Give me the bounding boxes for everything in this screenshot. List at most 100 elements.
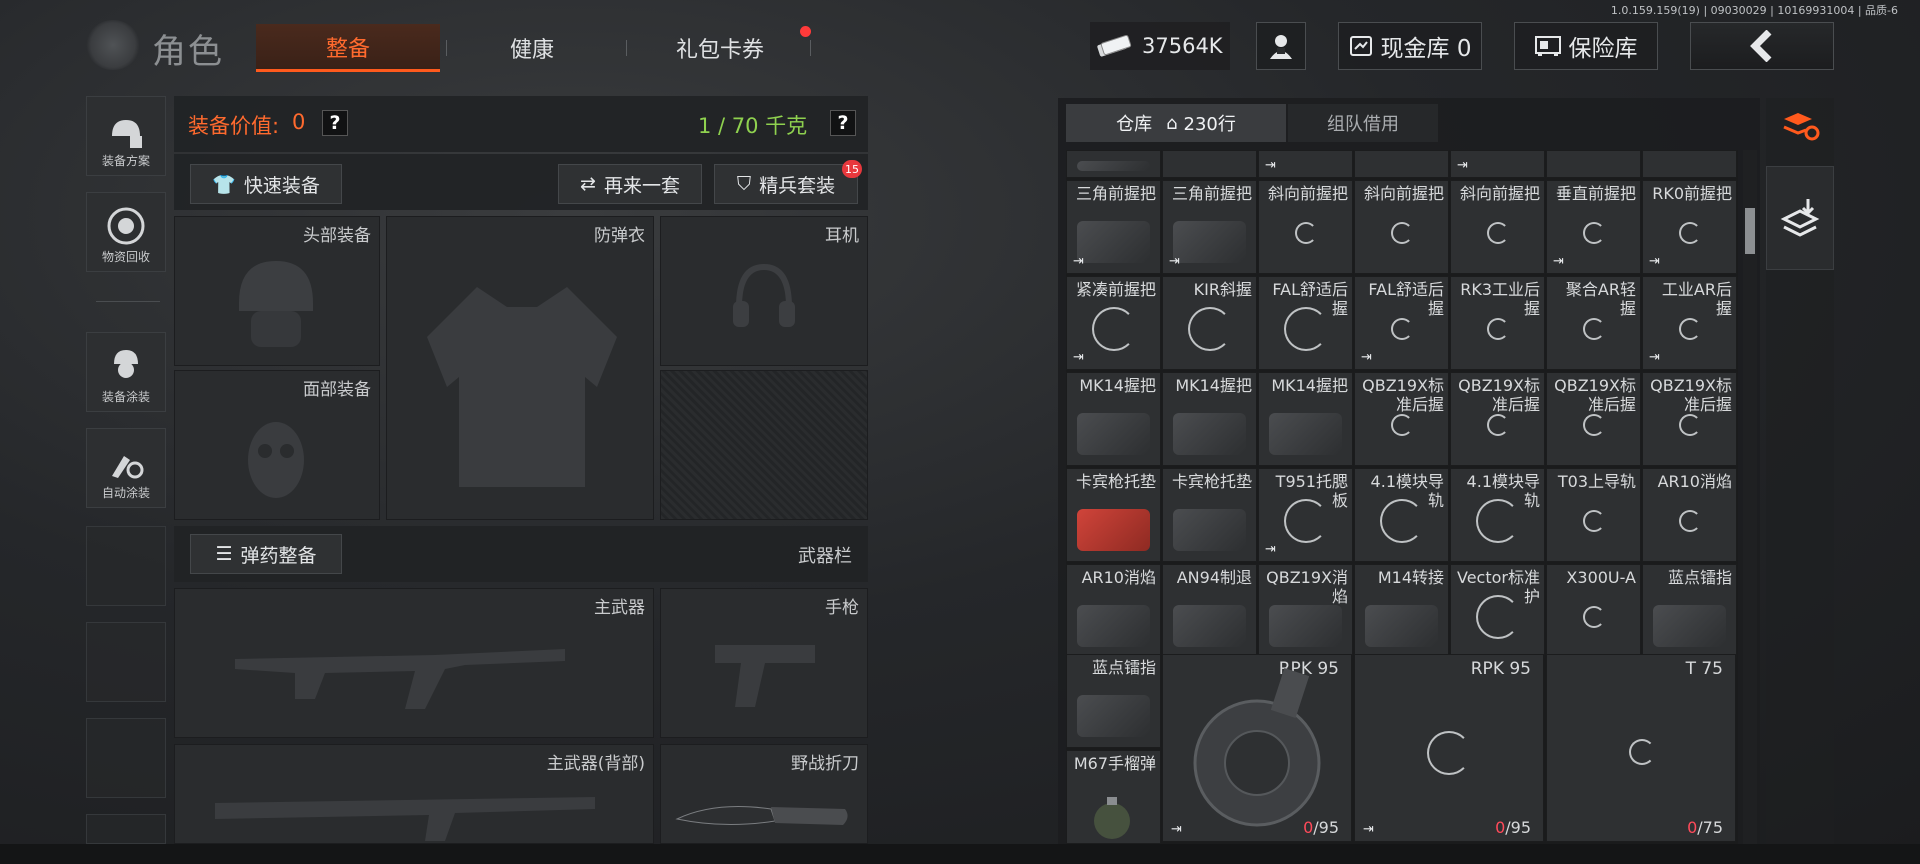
item-name: T03上导轨 — [1557, 472, 1636, 491]
home-icon: ⌂ — [1166, 112, 1178, 134]
grid-cell[interactable]: M14转接 — [1354, 564, 1449, 658]
slot-face[interactable]: 面部装备 — [174, 370, 380, 520]
warehouse-scroll-thumb[interactable] — [1745, 208, 1755, 254]
grid-cell[interactable]: 4.1模块导轨 — [1354, 468, 1449, 562]
grid-cell[interactable]: QBZ19X标准后握 — [1546, 372, 1641, 466]
grid-cell[interactable]: 三角前握把 ⇥ — [1162, 180, 1257, 274]
sidebar-equip-plan[interactable]: 装备方案 — [86, 96, 166, 176]
grenade-icon — [1094, 797, 1130, 839]
cash-vault-button[interactable]: 现金库 0 — [1338, 22, 1482, 70]
grid-cell[interactable]: FAL舒适后握 ⇥ — [1354, 276, 1449, 370]
loadout-header: 装备价值: 0 ? 1 / 70 千克 ? — [174, 96, 868, 152]
grid-cell[interactable]: 三角前握把 ⇥ — [1066, 180, 1161, 274]
slot-headset[interactable]: 耳机 — [660, 216, 868, 366]
grid-cell[interactable]: 斜向前握把 — [1258, 180, 1353, 274]
item-name: AR10消焰 — [1657, 472, 1732, 491]
grid-cell[interactable]: Vector标准护 — [1450, 564, 1545, 658]
ammo-equip-label: 弹药整备 — [240, 544, 317, 567]
grid-cell[interactable]: RK0前握把 ⇥ — [1642, 180, 1737, 274]
grid-cell-partial[interactable]: ⇥ — [1450, 150, 1545, 178]
elite-set-button[interactable]: ⛉ 精兵套装 — [714, 164, 858, 204]
grid-cell[interactable]: M67手榴弹 — [1066, 750, 1161, 844]
grid-cell[interactable]: MK14握把 — [1162, 372, 1257, 466]
tab-storage[interactable]: 仓库 ⌂ 230行 — [1066, 104, 1286, 142]
slot-primary[interactable]: 主武器 — [174, 588, 654, 738]
item-name: 三角前握把 — [1171, 184, 1252, 203]
slot-head[interactable]: 头部装备 — [174, 216, 380, 366]
grid-cell[interactable]: KIR斜握 — [1162, 276, 1257, 370]
grid-cell[interactable]: 垂直前握把 ⇥ — [1546, 180, 1641, 274]
grid-cell[interactable]: AR10消焰 — [1642, 468, 1737, 562]
grid-cell[interactable]: 蓝点镭指 — [1066, 654, 1161, 748]
grid-cell[interactable]: AR10消焰 — [1066, 564, 1161, 658]
grid-cell[interactable]: 斜向前握把 — [1354, 180, 1449, 274]
equip-value-help-icon[interactable]: ? — [322, 110, 348, 136]
grid-cell[interactable]: 卡宾枪托垫 — [1066, 468, 1161, 562]
item-name: 紧凑前握把 — [1075, 280, 1156, 299]
grid-cell-large[interactable]: T 75 0/75 — [1546, 654, 1736, 842]
store-all-button[interactable] — [1766, 166, 1834, 270]
grid-cell[interactable]: QBZ19X消焰 — [1258, 564, 1353, 658]
grid-cell[interactable]: MK14握把 — [1066, 372, 1161, 466]
notification-dot — [800, 26, 811, 37]
slot-knife[interactable]: 野战折刀 — [660, 744, 868, 844]
bottom-bar — [0, 844, 1920, 864]
grid-cell[interactable]: 卡宾枪托垫 — [1162, 468, 1257, 562]
grid-cell[interactable]: X300U-A — [1546, 564, 1641, 658]
slot-vest[interactable]: 防弹衣 — [386, 216, 654, 520]
service-agent-button[interactable] — [1256, 22, 1306, 70]
tab-divider — [446, 40, 447, 56]
tab-health[interactable]: 健康 — [452, 24, 612, 72]
loading-icon — [1629, 739, 1655, 765]
again-set-button[interactable]: ⇄ 再来一套 — [558, 164, 702, 204]
grid-cell[interactable]: T951托腮板 ⇥ — [1258, 468, 1353, 562]
grid-cell-partial[interactable] — [1354, 150, 1449, 178]
grid-cell[interactable]: AN94制退 — [1162, 564, 1257, 658]
grid-cell[interactable]: T03上导轨 — [1546, 468, 1641, 562]
grid-cell[interactable]: MK14握把 — [1258, 372, 1353, 466]
grid-cell[interactable]: QBZ19X标准后握 — [1642, 372, 1737, 466]
back-button[interactable] — [1690, 22, 1834, 70]
item-name: 卡宾枪托垫 — [1075, 472, 1156, 491]
loading-icon — [1294, 221, 1317, 244]
grid-cell-partial[interactable] — [1066, 150, 1161, 178]
ammo-icon: ☰ — [215, 543, 233, 565]
grid-cell[interactable]: 4.1模块导轨 — [1450, 468, 1545, 562]
sidebar-recycle[interactable]: 物资回收 — [86, 192, 166, 272]
tab-gift-cards[interactable]: 礼包卡券 — [640, 24, 800, 72]
tab-equip[interactable]: 整备 — [256, 24, 440, 72]
grid-cell[interactable]: 工业AR后握 ⇥ — [1642, 276, 1737, 370]
grid-cell-partial[interactable] — [1642, 150, 1737, 178]
loading-icon — [1582, 221, 1605, 244]
item-name: FAL舒适后握 — [1368, 280, 1444, 318]
grid-cell-large[interactable]: RPK 95 ⇥ 0/95 — [1354, 654, 1544, 842]
grid-cell[interactable]: 斜向前握把 — [1450, 180, 1545, 274]
page-title: 角色 — [152, 32, 224, 72]
slot-pistol[interactable]: 手枪 — [660, 588, 868, 738]
sidebar-auto-paint[interactable]: 自动涂装 — [86, 428, 166, 508]
warehouse-scrollbar[interactable] — [1743, 150, 1757, 844]
grid-cell[interactable]: 紧凑前握把 ⇥ — [1066, 276, 1161, 370]
quick-equip-button[interactable]: 👕 快速装备 — [190, 164, 342, 204]
grid-cell[interactable]: 聚合AR轻握 — [1546, 276, 1641, 370]
safe-vault-button[interactable]: 保险库 — [1514, 22, 1658, 70]
grid-cell-partial[interactable] — [1546, 150, 1641, 178]
return-icon: ⇥ — [1649, 254, 1660, 269]
grid-cell-partial[interactable] — [1162, 150, 1257, 178]
sort-button[interactable] — [1766, 98, 1834, 154]
grid-cell[interactable]: FAL舒适后握 — [1258, 276, 1353, 370]
sidebar-equip-paint[interactable]: 装备涂装 — [86, 332, 166, 412]
slot-primary-back[interactable]: 主武器(背部) — [174, 744, 654, 844]
grid-cell[interactable]: 蓝点镭指 — [1642, 564, 1737, 658]
ammo-equip-button[interactable]: ☰ 弹药整备 — [190, 534, 342, 574]
grid-cell[interactable]: QBZ19X标准后握 — [1354, 372, 1449, 466]
item-name: 垂直前握把 — [1555, 184, 1636, 203]
loading-icon — [1678, 413, 1701, 436]
weight-help-icon[interactable]: ? — [830, 110, 856, 136]
grid-cell-large[interactable]: RPK 95 ⇥ 0/95 — [1162, 654, 1352, 842]
tab-team-borrow[interactable]: 组队借用 — [1288, 104, 1438, 142]
grid-cell[interactable]: QBZ19X标准后握 — [1450, 372, 1545, 466]
grid-cell[interactable]: RK3工业后握 — [1450, 276, 1545, 370]
return-icon: ⇥ — [1649, 350, 1660, 365]
grid-cell-partial[interactable]: ⇥ — [1258, 150, 1353, 178]
